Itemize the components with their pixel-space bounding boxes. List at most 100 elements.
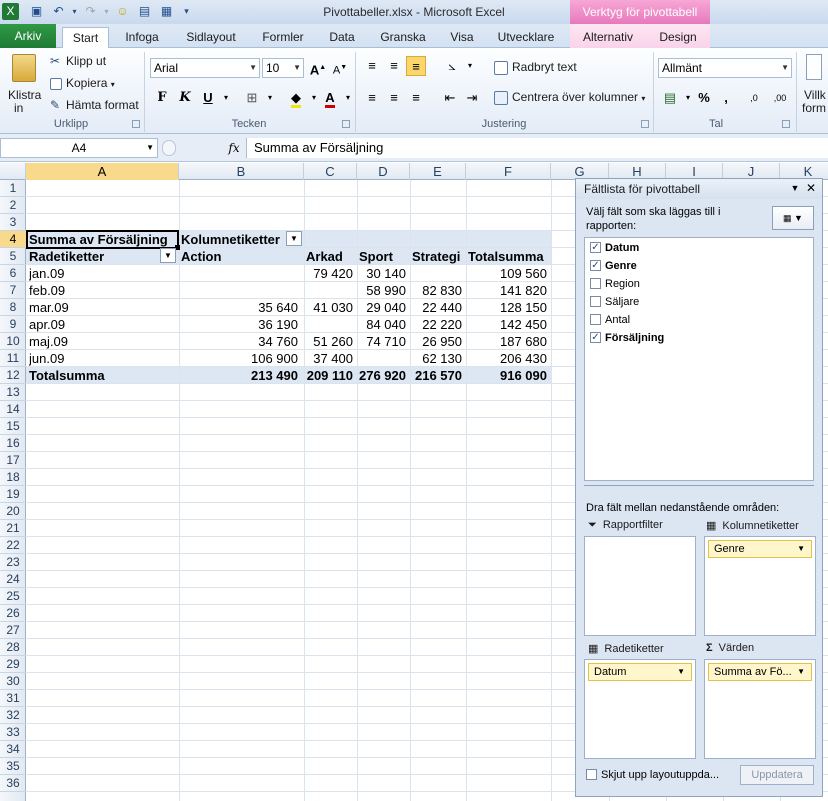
field-item[interactable]: Region: [590, 275, 640, 293]
paste-icon[interactable]: [12, 54, 36, 82]
align-bottom-icon[interactable]: ≡: [406, 56, 426, 76]
column-header-c[interactable]: C: [304, 163, 357, 180]
font-color-icon[interactable]: A: [320, 88, 340, 108]
pivot-value-cell[interactable]: 34 760: [181, 333, 301, 350]
row-header[interactable]: 2: [0, 197, 26, 214]
align-top-icon[interactable]: ≡: [362, 56, 382, 76]
column-labels-area[interactable]: Genre ▼: [704, 536, 816, 636]
conditional-format-label-2[interactable]: form: [802, 101, 826, 115]
pivot-values-label[interactable]: Summa av Försäljning: [29, 231, 177, 248]
row-header[interactable]: 23: [0, 554, 26, 571]
checkbox[interactable]: [590, 295, 601, 307]
column-filter-dropdown-icon[interactable]: ▼: [286, 231, 302, 246]
pivot-value-cell[interactable]: 187 680: [468, 333, 550, 350]
pivot-value-cell[interactable]: 106 900: [181, 350, 301, 367]
shrink-font-icon[interactable]: A▼: [330, 58, 350, 78]
paste-button-label[interactable]: Klistra: [8, 88, 41, 102]
pivot-value-cell[interactable]: [412, 265, 465, 282]
row-header[interactable]: 12: [0, 367, 26, 384]
defer-update-checkbox[interactable]: Skjut upp layoutuppda...: [586, 768, 719, 781]
paste-button-label-2[interactable]: in: [14, 101, 23, 115]
decrease-indent-icon[interactable]: ⇤: [440, 88, 460, 108]
pivot-row-label[interactable]: jun.09: [29, 350, 177, 367]
align-left-icon[interactable]: ≡: [362, 88, 382, 108]
font-name-dropdown[interactable]: Arial ▼: [150, 58, 260, 78]
row-header[interactable]: 33: [0, 724, 26, 741]
font-launcher-icon[interactable]: [342, 120, 350, 128]
pivot-value-cell[interactable]: 276 920: [359, 367, 409, 384]
clipboard-launcher-icon[interactable]: [132, 120, 140, 128]
tab-sidlayout[interactable]: Sidlayout: [180, 27, 242, 48]
row-header[interactable]: 17: [0, 452, 26, 469]
row-field-chip[interactable]: Datum ▼: [588, 663, 692, 681]
field-item[interactable]: ✓ Försäljning: [590, 329, 664, 347]
checked-checkbox-icon[interactable]: ✓: [590, 241, 601, 253]
row-header[interactable]: 5: [0, 248, 26, 265]
pivot-value-cell[interactable]: 58 990: [359, 282, 409, 299]
field-item[interactable]: ✓ Datum: [590, 239, 639, 257]
row-header[interactable]: 29: [0, 656, 26, 673]
pivot-row-label[interactable]: feb.09: [29, 282, 177, 299]
row-header[interactable]: 13: [0, 384, 26, 401]
column-header-d[interactable]: D: [357, 163, 410, 180]
border-dropdown-icon[interactable]: ▾: [260, 88, 280, 108]
column-header-a[interactable]: A: [26, 163, 179, 180]
row-header[interactable]: 31: [0, 690, 26, 707]
copy-button[interactable]: Kopiera ▾: [50, 76, 115, 90]
row-header[interactable]: 10: [0, 333, 26, 350]
row-header[interactable]: 34: [0, 741, 26, 758]
tab-alternativ[interactable]: Alternativ: [576, 27, 640, 48]
formula-input[interactable]: Summa av Försäljning: [246, 138, 828, 158]
update-button[interactable]: Uppdatera: [740, 765, 814, 785]
pivot-value-cell[interactable]: [306, 282, 356, 299]
pivot-value-cell[interactable]: 109 560: [468, 265, 550, 282]
cut-button[interactable]: ✂ Klipp ut: [50, 54, 106, 70]
format-painter-button[interactable]: ✎ Hämta format: [50, 98, 139, 114]
wrap-text-button[interactable]: Radbryt text: [494, 60, 577, 75]
values-area[interactable]: Summa av Fö... ▼: [704, 659, 816, 759]
alignment-launcher-icon[interactable]: [641, 120, 649, 128]
pane-splitter[interactable]: [584, 485, 814, 486]
formula-bar-handle-icon[interactable]: [162, 140, 176, 156]
pivot-value-cell[interactable]: 213 490: [181, 367, 301, 384]
pivot-value-cell[interactable]: 209 110: [306, 367, 356, 384]
bold-button[interactable]: F: [152, 88, 172, 108]
field-item[interactable]: Antal: [590, 311, 630, 329]
tab-formler[interactable]: Formler: [258, 27, 308, 48]
pivot-row-label[interactable]: maj.09: [29, 333, 177, 350]
row-labels-area[interactable]: Datum ▼: [584, 659, 696, 759]
conditional-format-label[interactable]: Villk: [804, 88, 826, 102]
tab-start[interactable]: Start: [62, 27, 109, 48]
close-icon[interactable]: ✕: [804, 181, 818, 195]
checkbox[interactable]: [590, 313, 601, 325]
pivot-value-cell[interactable]: 22 440: [412, 299, 465, 316]
row-header[interactable]: 8: [0, 299, 26, 316]
pivot-value-cell[interactable]: 142 450: [468, 316, 550, 333]
pivot-column-labels[interactable]: Kolumnetiketter: [181, 231, 285, 248]
row-header[interactable]: 14: [0, 401, 26, 418]
pivot-value-cell[interactable]: 36 190: [181, 316, 301, 333]
row-filter-dropdown-icon[interactable]: ▼: [160, 248, 176, 263]
number-format-dropdown[interactable]: Allmänt ▼: [658, 58, 792, 78]
row-header[interactable]: 28: [0, 639, 26, 656]
row-header[interactable]: 21: [0, 520, 26, 537]
pane-options-dropdown-icon[interactable]: ▼: [788, 181, 802, 195]
row-header[interactable]: 32: [0, 707, 26, 724]
pivot-row-label[interactable]: Totalsumma: [29, 367, 177, 384]
row-header[interactable]: 9: [0, 316, 26, 333]
pivot-value-cell[interactable]: 128 150: [468, 299, 550, 316]
tab-visa[interactable]: Visa: [446, 27, 478, 48]
border-icon[interactable]: ⊞: [242, 88, 262, 108]
tab-arkiv[interactable]: Arkiv: [0, 24, 56, 48]
percent-button[interactable]: %: [694, 88, 714, 108]
pivot-value-cell[interactable]: 37 400: [306, 350, 356, 367]
column-header-e[interactable]: E: [410, 163, 466, 180]
comma-button[interactable]: ,: [716, 88, 736, 108]
row-header[interactable]: 22: [0, 537, 26, 554]
tab-infoga[interactable]: Infoga: [118, 27, 166, 48]
row-header[interactable]: 24: [0, 571, 26, 588]
pivot-row-label[interactable]: jan.09: [29, 265, 177, 282]
row-header[interactable]: 35: [0, 758, 26, 775]
row-header[interactable]: 7: [0, 282, 26, 299]
pivot-value-cell[interactable]: [306, 316, 356, 333]
